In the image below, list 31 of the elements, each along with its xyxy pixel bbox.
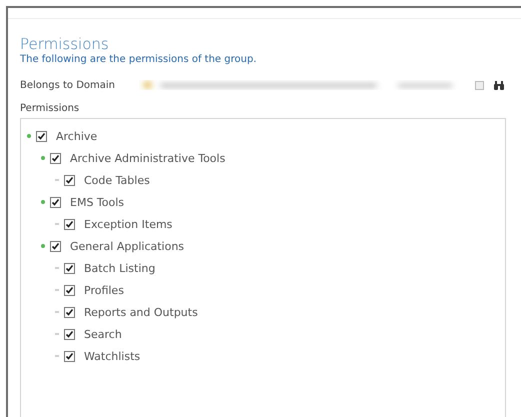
binoculars-icon[interactable]: [492, 80, 506, 90]
checkbox[interactable]: [64, 218, 75, 230]
section-subtitle: The following are the permissions of the group.: [20, 53, 258, 67]
expand-dot-icon[interactable]: [41, 156, 45, 160]
tree-item-label: Profiles: [84, 284, 124, 296]
expand-dot-icon[interactable]: [41, 244, 45, 248]
checkbox[interactable]: [50, 240, 61, 252]
checkbox[interactable]: [50, 152, 61, 164]
checkbox[interactable]: [36, 130, 47, 142]
expand-dot-icon[interactable]: [41, 200, 45, 204]
checkbox[interactable]: [50, 196, 61, 208]
checkbox[interactable]: [64, 328, 75, 340]
expand-dot-icon[interactable]: [27, 134, 31, 138]
section-title: Permissions: [20, 35, 110, 53]
permissions-label: Permissions: [20, 103, 80, 114]
checkbox[interactable]: [64, 306, 75, 318]
tree-item-label: Code Tables: [84, 174, 150, 186]
tree-item-label: Archive: [56, 130, 98, 142]
checkbox[interactable]: [64, 350, 75, 362]
checkbox[interactable]: [64, 174, 75, 186]
domain-label: Belongs to Domain: [20, 80, 116, 90]
checkbox[interactable]: [64, 284, 75, 296]
tree-item-label: General Applications: [70, 240, 184, 252]
tree-item-label: Exception Items: [84, 218, 172, 230]
tree-item-label: Archive Administrative Tools: [70, 152, 226, 164]
tree-item-label: EMS Tools: [70, 196, 124, 208]
tree-item-label: Reports and Outputs: [84, 306, 198, 318]
checkbox[interactable]: [64, 262, 75, 274]
tree-item-label: Batch Listing: [84, 262, 156, 274]
tree-item-label: Search: [84, 328, 122, 340]
tree-item-label: Watchlists: [84, 350, 140, 362]
